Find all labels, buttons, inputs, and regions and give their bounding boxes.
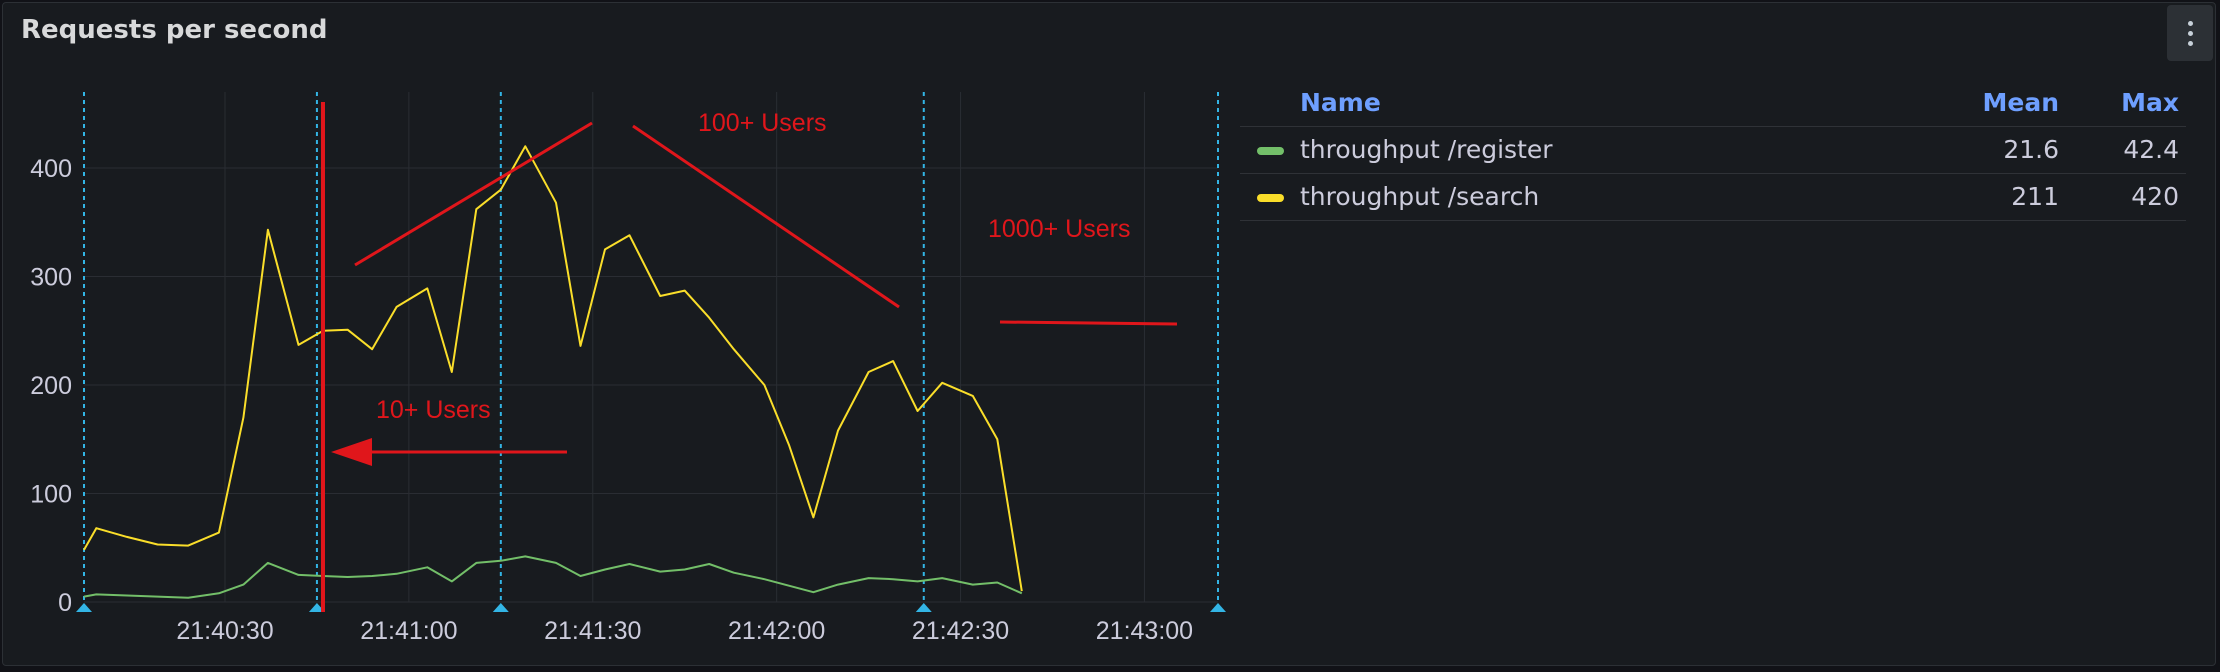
y-axis: 0 100 200 300 400 [30,155,72,617]
x-tick-label: 21:40:30 [176,617,273,645]
legend-header-name[interactable]: Name [1300,80,1381,126]
legend-series-name[interactable]: throughput /search [1300,174,1539,220]
y-tick-label: 400 [30,155,72,183]
annotation-plateau-line [999,320,1178,326]
event-marker-icon[interactable] [76,603,92,612]
x-tick-label: 21:41:00 [360,617,457,645]
legend-swatch-search [1257,194,1284,202]
legend-header-max[interactable]: Max [2121,80,2179,126]
annotation-label-10-users: 10+ Users [376,396,491,424]
panel-menu-button[interactable] [2167,5,2213,61]
legend-header-row: Name Mean Max [1240,80,2186,127]
menu-dot-icon [2187,40,2193,46]
legend-max-value: 42.4 [2123,135,2179,164]
x-tick-label: 21:43:00 [1096,617,1193,645]
annotations: 10+ Users 100+ Users 1000+ Users [321,102,1178,612]
legend-swatch-register [1257,147,1284,155]
x-tick-label: 21:41:30 [544,617,641,645]
legend-row-search[interactable]: throughput /search 211 420 [1240,174,2186,221]
legend-table: Name Mean Max throughput /register 21.6 … [1240,80,2186,221]
event-marker-icon[interactable] [915,603,932,612]
annotation-fall-line [632,124,900,309]
y-tick-label: 300 [30,264,72,292]
x-tick-label: 21:42:30 [912,617,1009,645]
annotation-arrow-head [331,438,372,466]
legend-mean-value: 211 [2011,182,2059,211]
grid [84,92,1218,603]
event-marker-icon[interactable] [1210,603,1226,612]
x-axis: 21:40:30 21:41:00 21:41:30 21:42:00 21:42:30… [176,617,1193,645]
legend-row-register[interactable]: throughput /register 21.6 42.4 [1240,127,2186,174]
y-tick-label: 200 [30,372,72,400]
annotation-label-1000-users: 1000+ Users [988,215,1130,243]
legend-series-name[interactable]: throughput /register [1300,127,1553,173]
legend-header-mean[interactable]: Mean [1982,80,2059,126]
y-tick-label: 100 [30,481,72,509]
menu-dot-icon [2187,30,2193,36]
event-marker-icon[interactable] [492,603,509,612]
time-series-chart[interactable]: 0100200300400 21:40:30 21:41:00 21:41:30 21… [0,0,1240,672]
menu-dot-icon [2187,20,2193,26]
event-markers [76,92,1226,612]
annotation-label-100-users: 100+ Users [698,109,827,137]
legend-mean-value: 21.6 [2003,135,2059,164]
legend-max-value: 420 [2131,182,2179,211]
x-tick-label: 21:42:00 [728,617,825,645]
annotation-rise-line [354,121,593,267]
y-tick-label: 0 [58,589,72,617]
